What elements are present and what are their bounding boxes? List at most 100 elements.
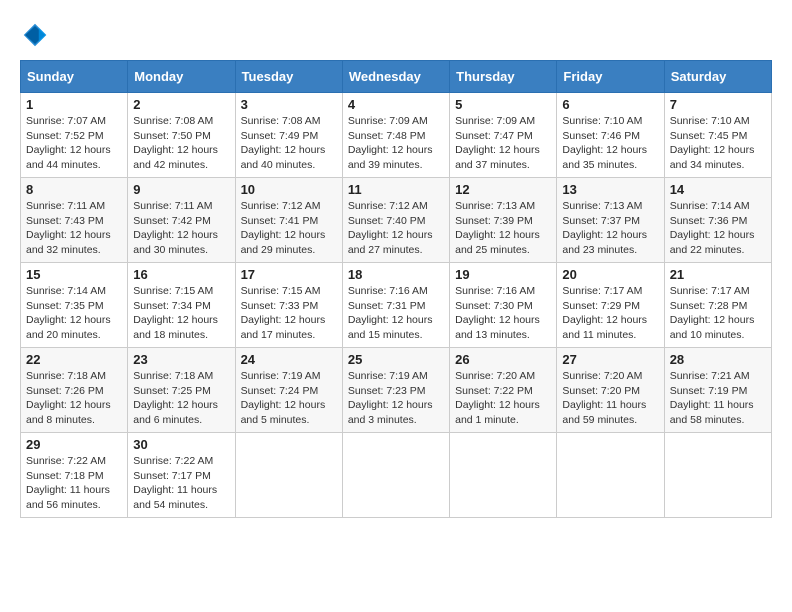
- logo: [20, 20, 54, 50]
- day-info: Sunrise: 7:17 AMSunset: 7:28 PMDaylight:…: [670, 284, 766, 343]
- day-number: 12: [455, 182, 551, 197]
- weekday-header-row: SundayMondayTuesdayWednesdayThursdayFrid…: [21, 61, 772, 93]
- calendar-cell: [342, 433, 449, 518]
- calendar-cell: 22Sunrise: 7:18 AMSunset: 7:26 PMDayligh…: [21, 348, 128, 433]
- day-number: 30: [133, 437, 229, 452]
- day-info: Sunrise: 7:15 AMSunset: 7:34 PMDaylight:…: [133, 284, 229, 343]
- day-number: 1: [26, 97, 122, 112]
- calendar-cell: 8 Sunrise: 7:11 AMSunset: 7:43 PMDaylight…: [21, 178, 128, 263]
- day-number: 3: [241, 97, 337, 112]
- day-info: Sunrise: 7:07 AMSunset: 7:52 PMDaylight:…: [26, 114, 122, 173]
- calendar-cell: 16Sunrise: 7:15 AMSunset: 7:34 PMDayligh…: [128, 263, 235, 348]
- day-info: Sunrise: 7:09 AMSunset: 7:47 PMDaylight:…: [455, 114, 551, 173]
- day-number: 23: [133, 352, 229, 367]
- calendar-cell: 24 Sunrise: 7:19 AMSunset: 7:24 PMDayligh…: [235, 348, 342, 433]
- page-header: [20, 20, 772, 50]
- day-info: Sunrise: 7:08 AMSunset: 7:49 PMDaylight:…: [241, 114, 337, 173]
- day-number: 25: [348, 352, 444, 367]
- calendar-cell: [450, 433, 557, 518]
- weekday-header-saturday: Saturday: [664, 61, 771, 93]
- calendar-cell: 12 Sunrise: 7:13 AMSunset: 7:39 PMDayligh…: [450, 178, 557, 263]
- day-info: Sunrise: 7:15 AMSunset: 7:33 PMDaylight:…: [241, 284, 337, 343]
- calendar-table: SundayMondayTuesdayWednesdayThursdayFrid…: [20, 60, 772, 518]
- calendar-cell: [557, 433, 664, 518]
- day-info: Sunrise: 7:22 AMSunset: 7:17 PMDaylight:…: [133, 454, 229, 513]
- calendar-week-row: 15Sunrise: 7:14 AMSunset: 7:35 PMDayligh…: [21, 263, 772, 348]
- day-info: Sunrise: 7:12 AMSunset: 7:41 PMDaylight:…: [241, 199, 337, 258]
- day-info: Sunrise: 7:18 AMSunset: 7:26 PMDaylight:…: [26, 369, 122, 428]
- day-number: 17: [241, 267, 337, 282]
- calendar-cell: 15Sunrise: 7:14 AMSunset: 7:35 PMDayligh…: [21, 263, 128, 348]
- calendar-cell: 5Sunrise: 7:09 AMSunset: 7:47 PMDaylight…: [450, 93, 557, 178]
- day-info: Sunrise: 7:14 AMSunset: 7:36 PMDaylight:…: [670, 199, 766, 258]
- day-info: Sunrise: 7:17 AMSunset: 7:29 PMDaylight:…: [562, 284, 658, 343]
- day-number: 26: [455, 352, 551, 367]
- day-number: 14: [670, 182, 766, 197]
- calendar-cell: 6 Sunrise: 7:10 AMSunset: 7:46 PMDaylight…: [557, 93, 664, 178]
- weekday-header-thursday: Thursday: [450, 61, 557, 93]
- day-info: Sunrise: 7:16 AMSunset: 7:30 PMDaylight:…: [455, 284, 551, 343]
- day-info: Sunrise: 7:22 AMSunset: 7:18 PMDaylight:…: [26, 454, 122, 513]
- day-number: 29: [26, 437, 122, 452]
- calendar-cell: 2Sunrise: 7:08 AMSunset: 7:50 PMDaylight…: [128, 93, 235, 178]
- day-info: Sunrise: 7:11 AMSunset: 7:42 PMDaylight:…: [133, 199, 229, 258]
- calendar-week-row: 1 Sunrise: 7:07 AMSunset: 7:52 PMDaylight…: [21, 93, 772, 178]
- day-info: Sunrise: 7:13 AMSunset: 7:37 PMDaylight:…: [562, 199, 658, 258]
- day-number: 21: [670, 267, 766, 282]
- calendar-cell: 27 Sunrise: 7:20 AMSunset: 7:20 PMDayligh…: [557, 348, 664, 433]
- calendar-cell: 20 Sunrise: 7:17 AMSunset: 7:29 PMDayligh…: [557, 263, 664, 348]
- day-info: Sunrise: 7:16 AMSunset: 7:31 PMDaylight:…: [348, 284, 444, 343]
- day-number: 24: [241, 352, 337, 367]
- calendar-cell: 30 Sunrise: 7:22 AMSunset: 7:17 PMDayligh…: [128, 433, 235, 518]
- calendar-cell: 28Sunrise: 7:21 AMSunset: 7:19 PMDayligh…: [664, 348, 771, 433]
- day-number: 8: [26, 182, 122, 197]
- calendar-header: SundayMondayTuesdayWednesdayThursdayFrid…: [21, 61, 772, 93]
- calendar-cell: 21 Sunrise: 7:17 AMSunset: 7:28 PMDayligh…: [664, 263, 771, 348]
- calendar-cell: 14 Sunrise: 7:14 AMSunset: 7:36 PMDayligh…: [664, 178, 771, 263]
- calendar-cell: 13 Sunrise: 7:13 AMSunset: 7:37 PMDayligh…: [557, 178, 664, 263]
- day-number: 19: [455, 267, 551, 282]
- day-number: 27: [562, 352, 658, 367]
- day-info: Sunrise: 7:09 AMSunset: 7:48 PMDaylight:…: [348, 114, 444, 173]
- day-info: Sunrise: 7:10 AMSunset: 7:46 PMDaylight:…: [562, 114, 658, 173]
- day-number: 10: [241, 182, 337, 197]
- calendar-cell: [664, 433, 771, 518]
- calendar-week-row: 22Sunrise: 7:18 AMSunset: 7:26 PMDayligh…: [21, 348, 772, 433]
- day-info: Sunrise: 7:20 AMSunset: 7:22 PMDaylight:…: [455, 369, 551, 428]
- calendar-cell: 19 Sunrise: 7:16 AMSunset: 7:30 PMDayligh…: [450, 263, 557, 348]
- day-number: 11: [348, 182, 444, 197]
- day-info: Sunrise: 7:19 AMSunset: 7:24 PMDaylight:…: [241, 369, 337, 428]
- day-info: Sunrise: 7:11 AMSunset: 7:43 PMDaylight:…: [26, 199, 122, 258]
- weekday-header-monday: Monday: [128, 61, 235, 93]
- calendar-cell: 17 Sunrise: 7:15 AMSunset: 7:33 PMDayligh…: [235, 263, 342, 348]
- day-info: Sunrise: 7:19 AMSunset: 7:23 PMDaylight:…: [348, 369, 444, 428]
- weekday-header-friday: Friday: [557, 61, 664, 93]
- calendar-cell: 29 Sunrise: 7:22 AMSunset: 7:18 PMDayligh…: [21, 433, 128, 518]
- day-number: 2: [133, 97, 229, 112]
- calendar-week-row: 8 Sunrise: 7:11 AMSunset: 7:43 PMDaylight…: [21, 178, 772, 263]
- day-number: 20: [562, 267, 658, 282]
- calendar-body: 1 Sunrise: 7:07 AMSunset: 7:52 PMDaylight…: [21, 93, 772, 518]
- calendar-cell: 9 Sunrise: 7:11 AMSunset: 7:42 PMDaylight…: [128, 178, 235, 263]
- day-number: 6: [562, 97, 658, 112]
- day-number: 7: [670, 97, 766, 112]
- day-number: 18: [348, 267, 444, 282]
- day-info: Sunrise: 7:13 AMSunset: 7:39 PMDaylight:…: [455, 199, 551, 258]
- day-info: Sunrise: 7:14 AMSunset: 7:35 PMDaylight:…: [26, 284, 122, 343]
- calendar-cell: [235, 433, 342, 518]
- calendar-cell: 23 Sunrise: 7:18 AMSunset: 7:25 PMDayligh…: [128, 348, 235, 433]
- weekday-header-sunday: Sunday: [21, 61, 128, 93]
- calendar-cell: 18 Sunrise: 7:16 AMSunset: 7:31 PMDayligh…: [342, 263, 449, 348]
- calendar-cell: 25 Sunrise: 7:19 AMSunset: 7:23 PMDayligh…: [342, 348, 449, 433]
- calendar-cell: 1 Sunrise: 7:07 AMSunset: 7:52 PMDaylight…: [21, 93, 128, 178]
- day-info: Sunrise: 7:10 AMSunset: 7:45 PMDaylight:…: [670, 114, 766, 173]
- day-info: Sunrise: 7:18 AMSunset: 7:25 PMDaylight:…: [133, 369, 229, 428]
- weekday-header-wednesday: Wednesday: [342, 61, 449, 93]
- day-number: 9: [133, 182, 229, 197]
- weekday-header-tuesday: Tuesday: [235, 61, 342, 93]
- day-number: 13: [562, 182, 658, 197]
- calendar-cell: 3 Sunrise: 7:08 AMSunset: 7:49 PMDaylight…: [235, 93, 342, 178]
- logo-icon: [20, 20, 50, 50]
- calendar-cell: 10 Sunrise: 7:12 AMSunset: 7:41 PMDayligh…: [235, 178, 342, 263]
- day-info: Sunrise: 7:20 AMSunset: 7:20 PMDaylight:…: [562, 369, 658, 428]
